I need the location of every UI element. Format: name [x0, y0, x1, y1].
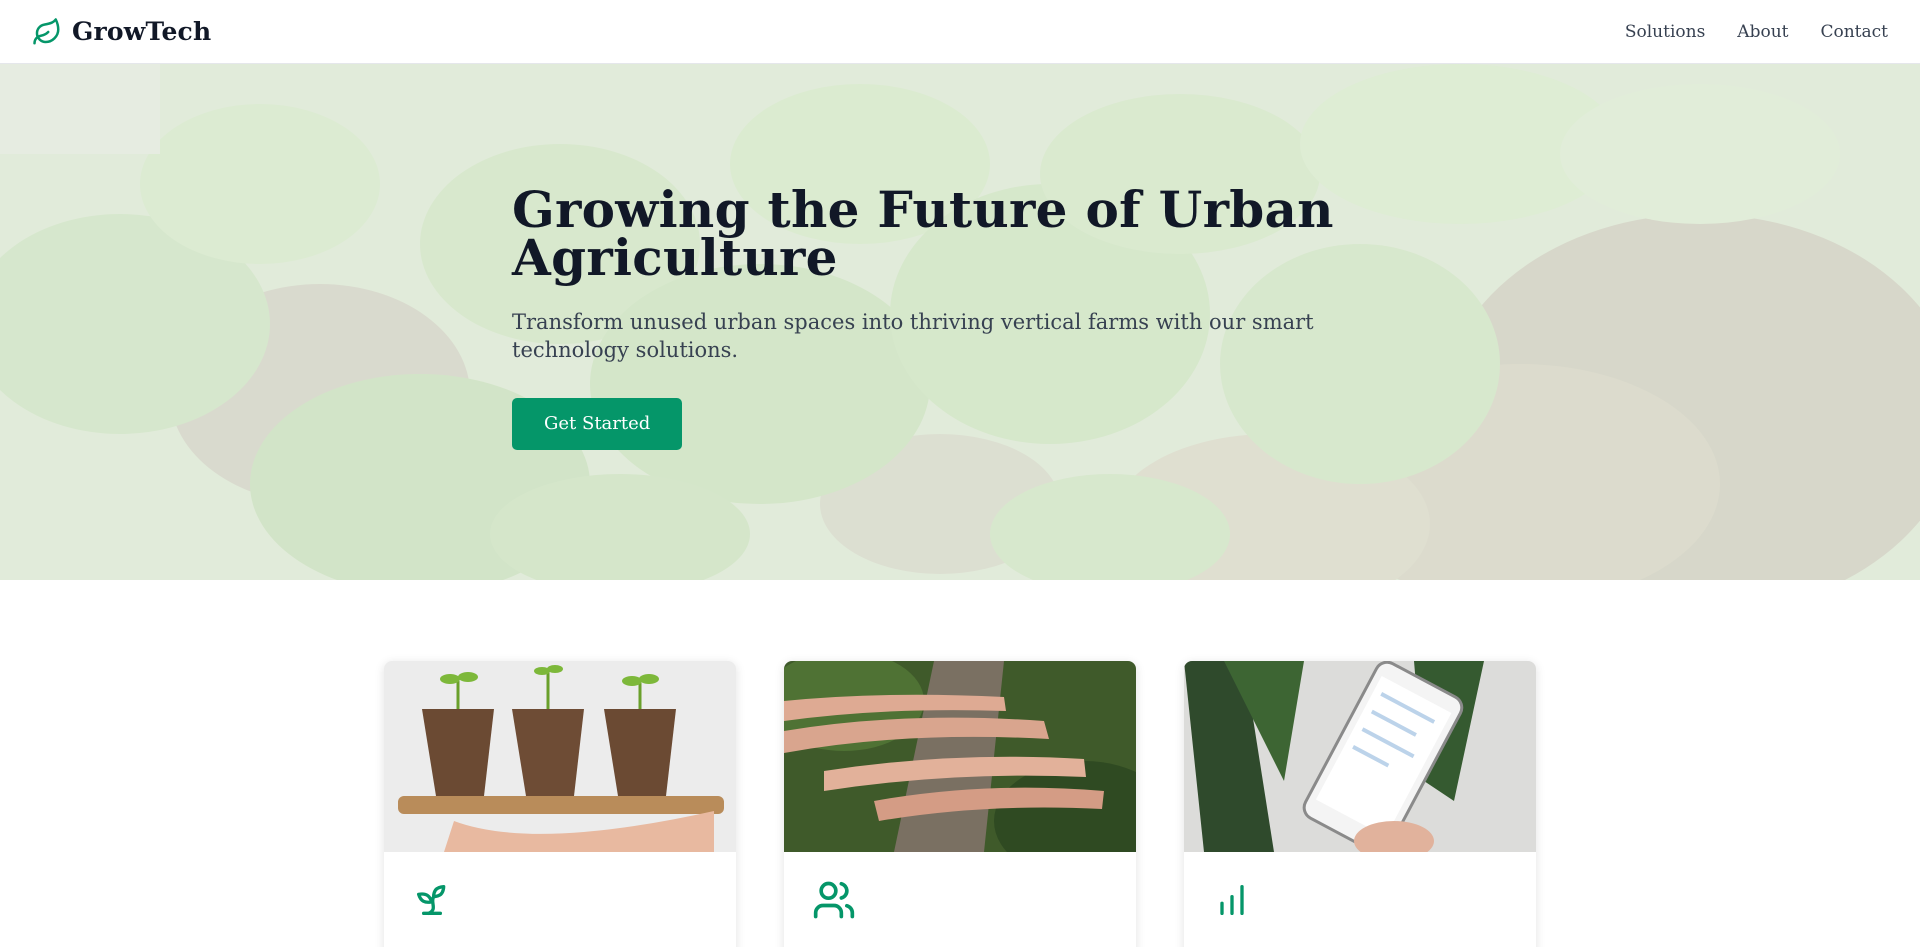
nav-link-contact[interactable]: Contact — [1820, 22, 1888, 42]
users-icon — [812, 881, 856, 926]
sprout-icon — [412, 885, 452, 926]
feature-card[interactable] — [384, 661, 736, 947]
card-body — [384, 852, 736, 947]
hands-on-log-photo — [784, 661, 1136, 852]
phone-analytics-photo — [1184, 661, 1536, 852]
brand-logo[interactable]: GrowTech — [32, 17, 211, 47]
hero-content: Growing the Future of Urban Agriculture … — [512, 180, 1412, 450]
leaf-icon — [32, 17, 62, 47]
feature-card[interactable] — [784, 661, 1136, 947]
hero-subtitle: Transform unused urban spaces into thriv… — [512, 310, 1314, 362]
nav-link-solutions[interactable]: Solutions — [1625, 22, 1705, 42]
hero-title: Growing the Future of Urban Agriculture — [512, 180, 1334, 287]
main-nav: Solutions About Contact — [1625, 22, 1888, 42]
card-body — [784, 852, 1136, 947]
get-started-button[interactable]: Get Started — [512, 398, 683, 450]
feature-cards — [384, 661, 1536, 947]
card-body — [1184, 852, 1536, 947]
bar-chart-icon — [1212, 885, 1252, 926]
seedlings-in-pots-photo — [384, 661, 736, 852]
hero-section: Growing the Future of Urban Agriculture … — [0, 64, 1920, 580]
brand-name: GrowTech — [72, 17, 212, 46]
nav-link-about[interactable]: About — [1737, 22, 1788, 42]
feature-card[interactable] — [1184, 661, 1536, 947]
navbar: GrowTech Solutions About Contact — [0, 0, 1920, 64]
